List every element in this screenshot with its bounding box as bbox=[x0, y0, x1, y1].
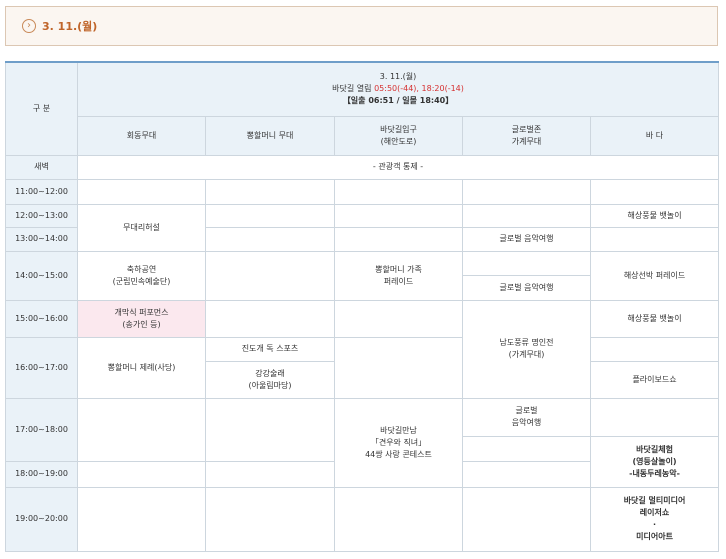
time-17: 17:00~18:00 bbox=[5, 397, 78, 462]
col-sea-road-entrance: 바닷길입구 (해안도로) bbox=[334, 115, 463, 156]
col-global-zone: 글로벌존 가계무대 bbox=[462, 115, 591, 156]
chevron-right-icon[interactable]: › bbox=[22, 19, 36, 33]
event-celebration: 축하공연 (군립민속예술단) bbox=[77, 250, 206, 301]
col-ppong-stage: 뽕할머니 무대 bbox=[205, 115, 335, 156]
event-haesan-parade: 해상선박 퍼레이드 bbox=[589, 250, 720, 301]
event-ppong-ritual: 뽕할머니 제례(사당) bbox=[77, 336, 206, 399]
time-12: 12:00~13:00 bbox=[5, 203, 78, 228]
event-tourist-control: - 관광객 통제 - bbox=[76, 154, 720, 180]
time-13: 13:00~14:00 bbox=[5, 226, 78, 252]
corner-label: 구 분 bbox=[5, 61, 78, 156]
event-haesan-2: 해상풍물 뱃놀이 bbox=[589, 299, 720, 338]
day-tab-bar[interactable]: › 3. 11.(월) bbox=[5, 6, 718, 46]
sun-info: 【일출 06:51 / 일몰 18:40】 bbox=[342, 96, 454, 106]
event-global-3: 글로벌 음악여행 bbox=[462, 397, 591, 437]
event-opening: 개막식 퍼포먼스 (송가인 등) bbox=[77, 299, 206, 338]
col-hoedong-stage: 회동무대 bbox=[77, 115, 206, 156]
day-title: 3. 11.(월) bbox=[42, 20, 98, 33]
schedule-table: 구 분 3. 11.(월) 바닷길 열림 05:50(-44), 18:20(-… bbox=[5, 61, 720, 552]
date-header: 3. 11.(월) 바닷길 열림 05:50(-44), 18:20(-14) … bbox=[76, 61, 720, 117]
event-experience: 바닷길체험 (영등살놀이) -내동두레농악- bbox=[589, 435, 720, 488]
event-global-1: 글로벌 음악여행 bbox=[462, 226, 591, 252]
col-sea: 바 다 bbox=[589, 115, 720, 156]
time-15: 15:00~16:00 bbox=[5, 299, 78, 338]
time-19: 19:00~20:00 bbox=[5, 486, 78, 552]
event-namdo: 남도풍류 명인전 (가계무대) bbox=[462, 299, 591, 399]
event-jindo-sports: 진도개 독 스포츠 bbox=[205, 336, 335, 362]
event-global-2: 글로벌 음악여행 bbox=[462, 274, 591, 301]
event-rehearsal: 무대리허설 bbox=[77, 203, 206, 252]
time-dawn: 새벽 bbox=[5, 154, 78, 180]
time-11: 11:00~12:00 bbox=[5, 178, 78, 205]
date-text: 3. 11.(월) bbox=[379, 72, 417, 82]
time-18: 18:00~19:00 bbox=[5, 460, 78, 488]
tide-info: 바닷길 열림 05:50(-44), 18:20(-14) bbox=[332, 84, 464, 94]
event-haesan-1: 해상풍물 뱃놀이 bbox=[589, 203, 720, 228]
event-flyboard: 플라이보드쇼 bbox=[589, 360, 720, 399]
time-14: 14:00~15:00 bbox=[5, 250, 78, 301]
time-16: 16:00~17:00 bbox=[5, 336, 78, 399]
event-meeting: 바닷길만남 「견우와 직녀」 44쌍 사랑 콘테스트 bbox=[334, 397, 463, 488]
event-ganggang: 강강술래 (아울림마당) bbox=[205, 360, 335, 399]
event-media: 바닷길 멀티미디어 레이저쇼 · 미디어아트 bbox=[589, 486, 720, 552]
event-ppong-parade: 뽕할머니 가족 퍼레이드 bbox=[334, 250, 463, 301]
